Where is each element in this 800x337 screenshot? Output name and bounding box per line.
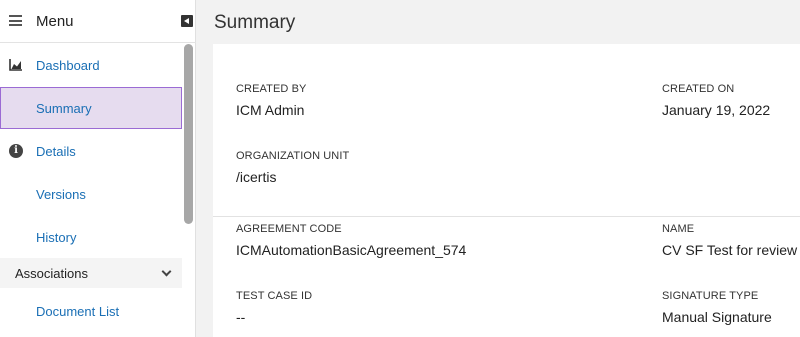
field-created-by: CREATED BY ICM Admin xyxy=(236,83,306,118)
sidebar-item-label: History xyxy=(36,230,77,245)
sidebar-item-label: Details xyxy=(36,144,76,159)
sidebar-item-label: Versions xyxy=(36,187,86,202)
sidebar-item-label: Document List xyxy=(36,304,120,319)
field-name: NAME CV SF Test for review xyxy=(662,223,797,258)
sidebar-item-history[interactable]: History xyxy=(0,216,182,258)
divider xyxy=(213,216,800,217)
section-label: Associations xyxy=(15,266,88,281)
sidebar-item-versions[interactable]: Versions xyxy=(0,173,182,215)
menu-header: Menu xyxy=(0,0,196,43)
field-agreement-code: AGREEMENT CODE ICMAutomationBasicAgreeme… xyxy=(236,223,466,258)
field-created-on: CREATED ON January 19, 2022 xyxy=(662,83,770,118)
field-value: ICMAutomationBasicAgreement_574 xyxy=(236,242,467,258)
hamburger-icon[interactable] xyxy=(9,15,22,26)
field-label: CREATED BY xyxy=(236,83,307,95)
field-label: AGREEMENT CODE xyxy=(236,223,342,235)
field-value: /icertis xyxy=(236,169,277,185)
field-organization-unit: ORGANIZATION UNIT /icertis xyxy=(236,150,349,185)
field-signature-type: SIGNATURE TYPE Manual Signature xyxy=(662,290,772,325)
field-value: Manual Signature xyxy=(662,309,772,325)
sidebar-item-summary[interactable]: Summary xyxy=(0,87,182,129)
main-content: Summary CREATED BY ICM Admin CREATED ON … xyxy=(197,0,800,337)
chart-icon xyxy=(9,59,22,71)
field-label: TEST CASE ID xyxy=(236,290,313,302)
sidebar-scrollbar-thumb[interactable] xyxy=(184,44,193,224)
collapse-sidebar-icon[interactable] xyxy=(181,15,193,27)
summary-card: CREATED BY ICM Admin CREATED ON January … xyxy=(213,44,800,337)
sidebar-item-details[interactable]: i Details xyxy=(0,130,182,172)
page-title: Summary xyxy=(214,12,296,33)
sidebar-item-dashboard[interactable]: Dashboard xyxy=(0,44,182,86)
field-value: -- xyxy=(236,309,246,325)
menu-title: Menu xyxy=(36,13,74,30)
section-associations[interactable]: Associations xyxy=(0,258,182,288)
sidebar-item-document-list[interactable]: Document List xyxy=(0,289,182,331)
field-label: CREATED ON xyxy=(662,83,735,95)
info-icon: i xyxy=(9,144,23,158)
field-label: SIGNATURE TYPE xyxy=(662,290,759,302)
field-label: NAME xyxy=(662,223,695,235)
field-value: CV SF Test for review xyxy=(662,242,798,258)
field-value: ICM Admin xyxy=(236,102,305,118)
field-test-case-id: TEST CASE ID -- xyxy=(236,290,312,325)
sidebar-item-label: Summary xyxy=(36,101,92,116)
sidebar: Menu Dashboard Summary i Details Version… xyxy=(0,0,196,337)
field-value: January 19, 2022 xyxy=(662,102,771,118)
sidebar-item-label: Dashboard xyxy=(36,58,100,73)
chevron-down-icon xyxy=(161,266,172,277)
field-label: ORGANIZATION UNIT xyxy=(236,150,350,162)
